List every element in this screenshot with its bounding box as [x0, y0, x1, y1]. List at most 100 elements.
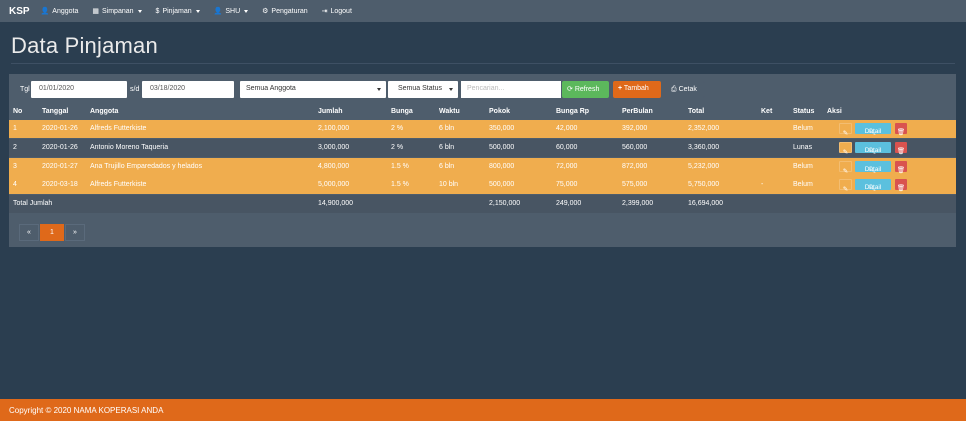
trash-icon: 🗑︎	[896, 147, 906, 155]
nav-item-anggota[interactable]: 👤 Anggota	[41, 7, 79, 16]
delete-button[interactable]: 🗑︎	[895, 160, 907, 174]
detail-button[interactable]: 🔍︎ Detail	[855, 141, 891, 155]
column-header[interactable]: Aksi	[827, 108, 842, 115]
detail-button[interactable]: 🔍︎ Detail	[855, 160, 891, 174]
total-jumlah: 14,900,000	[318, 200, 354, 207]
cell-ket: -	[761, 181, 764, 189]
tambah-label: Tambah	[623, 85, 649, 92]
table-row: 1 2020-01-26 Alfreds Futterkiste 2,100,000 2…	[9, 120, 956, 138]
column-header[interactable]: PerBulan	[622, 108, 653, 115]
cell-anggota: Alfreds Futterkiste	[90, 125, 147, 132]
column-header[interactable]: Ket	[761, 108, 772, 115]
gear-icon: ⚙	[262, 8, 269, 15]
delete-button[interactable]: 🗑︎	[895, 179, 907, 192]
date-from-input[interactable]: 01/01/2020	[31, 81, 127, 98]
nav-item-label: Anggota	[52, 7, 79, 15]
next-page-button[interactable]: »	[65, 224, 85, 241]
cell-jumlah: 2,100,000	[318, 125, 350, 132]
prev-page-button[interactable]: «	[19, 224, 39, 241]
search-input[interactable]: Pencarian...	[461, 81, 561, 98]
edit-icon: ✎	[842, 148, 849, 156]
pagination: « 1 »	[19, 224, 86, 241]
column-header[interactable]: Total	[688, 108, 704, 115]
cell-tanggal: 2020-01-26	[42, 143, 78, 151]
nav-item-pinjaman[interactable]: $ Pinjaman	[156, 8, 200, 15]
footer: Copyright © 2020 NAMA KOPERASI ANDA	[0, 399, 966, 421]
detail-button[interactable]: 🔍︎ Detail	[855, 179, 891, 192]
cell-no: 1	[13, 125, 17, 132]
status-select[interactable]: Semua Status	[388, 81, 458, 98]
nav-item-label: Pengaturan	[271, 7, 308, 15]
column-header[interactable]: Jumlah	[318, 108, 343, 115]
sd-label: s/d	[130, 86, 140, 93]
anggota-select[interactable]: Semua Anggota	[240, 81, 386, 98]
nav-item-label: Pinjaman	[162, 7, 192, 15]
nav-item-logout[interactable]: ⇥ Logout	[321, 7, 352, 16]
column-header[interactable]: Bunga	[391, 108, 413, 115]
nav-item-shu[interactable]: 👤 SHU	[214, 7, 249, 15]
edit-icon: ✎	[842, 186, 849, 194]
cell-bunga: 2 %	[391, 143, 404, 151]
cell-bunga-rp: 42,000	[556, 125, 578, 132]
edit-button[interactable]: ✎	[839, 160, 852, 175]
user-icon: 👤	[213, 8, 223, 15]
edit-button[interactable]: ✎	[839, 141, 852, 156]
loan-panel: Tgl 01/01/2020 s/d 03/18/2020 Semua Angg…	[9, 74, 956, 247]
detail-label: Detail	[864, 146, 882, 154]
brand-logo[interactable]: KSP	[0, 6, 39, 17]
print-icon: ⎙	[671, 86, 677, 93]
nav-item-label: Logout	[330, 7, 352, 15]
plus-icon: +	[618, 85, 623, 92]
detail-label: Detail	[864, 165, 882, 173]
anggota-select-value: Semua Anggota	[246, 85, 296, 92]
tambah-button[interactable]: + Tambah	[613, 81, 661, 98]
page-1-button[interactable]: 1	[40, 224, 64, 241]
cell-total: 5,750,000	[688, 181, 720, 189]
date-to-input[interactable]: 03/18/2020	[142, 81, 234, 98]
cell-status: Belum	[793, 162, 813, 170]
cell-bunga: 2 %	[391, 125, 404, 132]
cell-total: 2,352,000	[688, 125, 720, 132]
delete-button[interactable]: 🗑︎	[895, 123, 907, 136]
chevron-down-icon	[377, 88, 381, 91]
cell-jumlah: 4,800,000	[318, 162, 350, 170]
nav-item-label: Simpanan	[102, 7, 134, 15]
cetak-label: Cetak	[678, 86, 697, 93]
cetak-button[interactable]: ⎙ Cetak	[665, 81, 705, 98]
delete-button[interactable]: 🗑︎	[895, 141, 907, 155]
column-header[interactable]: Pokok	[489, 108, 510, 115]
edit-icon: ✎	[842, 167, 849, 175]
total-row: Total Jumlah 14,900,000 2,150,000 249,00…	[9, 195, 956, 213]
column-header[interactable]: Anggota	[90, 108, 118, 115]
dollar-icon: $	[155, 7, 160, 15]
nav-item-pengaturan[interactable]: ⚙ Pengaturan	[262, 7, 308, 16]
column-header[interactable]: Waktu	[439, 108, 460, 115]
cell-bunga: 1.5 %	[391, 181, 409, 189]
column-header[interactable]: Bunga Rp	[556, 108, 589, 115]
column-header[interactable]: Tanggal	[42, 108, 68, 115]
cell-anggota: Alfreds Futterkiste	[90, 181, 147, 189]
cell-jumlah: 5,000,000	[318, 181, 350, 189]
cell-bunga-rp: 60,000	[556, 143, 578, 151]
page-title: Data Pinjaman	[11, 33, 158, 58]
total-total: 16,694,000	[688, 200, 724, 207]
refresh-button[interactable]: ⟳ Refresh	[562, 81, 609, 98]
cell-total: 3,360,000	[688, 143, 720, 151]
cell-total: 5,232,000	[688, 162, 720, 170]
cell-perbulan: 575,000	[622, 181, 648, 189]
edit-button[interactable]: ✎	[839, 179, 852, 194]
total-bunga-rp: 249,000	[556, 200, 582, 207]
column-header[interactable]: Status	[793, 108, 814, 115]
detail-label: Detail	[864, 184, 882, 192]
detail-button[interactable]: 🔍︎ Detail	[855, 123, 891, 136]
logout-icon: ⇥	[321, 8, 328, 15]
column-header[interactable]: No	[13, 108, 22, 115]
nav-item-simpanan[interactable]: ▦ Simpanan	[92, 7, 142, 15]
edit-button[interactable]: ✎	[839, 123, 852, 137]
cell-anggota: Antonio Moreno Taqueria	[90, 143, 169, 151]
cell-tanggal: 2020-01-27	[42, 162, 78, 170]
status-select-value: Semua Status	[398, 85, 442, 92]
caret-down-icon	[137, 9, 142, 13]
cell-waktu: 10 bln	[439, 181, 459, 189]
cell-bunga-rp: 72,000	[556, 162, 578, 170]
